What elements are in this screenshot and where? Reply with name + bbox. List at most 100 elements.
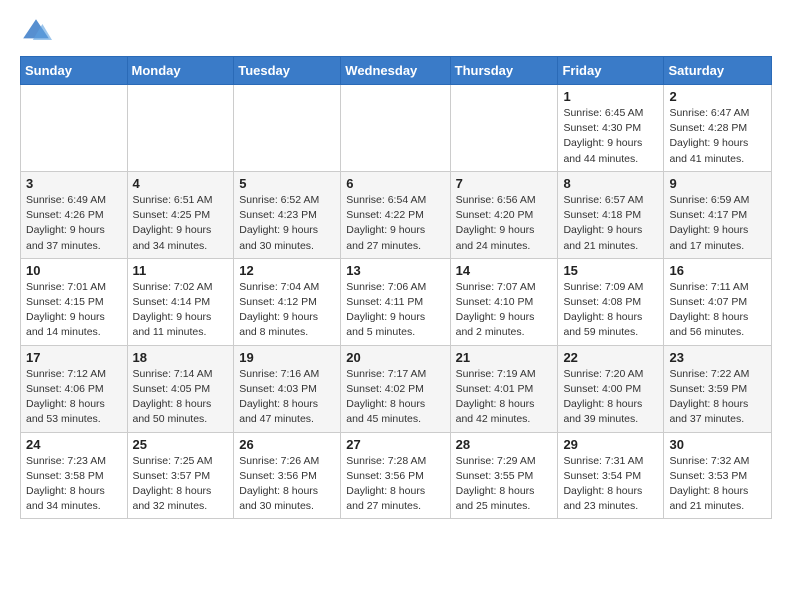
calendar-cell: 27 Sunrise: 7:28 AM Sunset: 3:56 PM Dayli…	[341, 432, 450, 519]
day-detail: Sunrise: 6:45 AM Sunset: 4:30 PM Dayligh…	[563, 106, 658, 167]
calendar-cell: 10 Sunrise: 7:01 AM Sunset: 4:15 PM Dayli…	[21, 258, 128, 345]
day-detail: Sunrise: 7:17 AM Sunset: 4:02 PM Dayligh…	[346, 367, 444, 428]
calendar-cell: 26 Sunrise: 7:26 AM Sunset: 3:56 PM Dayli…	[234, 432, 341, 519]
day-number: 19	[239, 350, 335, 365]
logo	[20, 16, 56, 48]
day-detail: Sunrise: 7:32 AM Sunset: 3:53 PM Dayligh…	[669, 454, 766, 515]
day-number: 18	[133, 350, 229, 365]
calendar: SundayMondayTuesdayWednesdayThursdayFrid…	[20, 56, 772, 519]
calendar-cell: 24Sunrise: 7:23 AM Sunset: 3:58 PM Dayli…	[21, 432, 128, 519]
day-detail: Sunrise: 7:28 AM Sunset: 3:56 PM Dayligh…	[346, 454, 444, 515]
day-number: 21	[456, 350, 553, 365]
day-detail: Sunrise: 6:47 AM Sunset: 4:28 PM Dayligh…	[669, 106, 766, 167]
day-number: 14	[456, 263, 553, 278]
day-number: 3	[26, 176, 122, 191]
day-detail: Sunrise: 7:20 AM Sunset: 4:00 PM Dayligh…	[563, 367, 658, 428]
calendar-cell: 17Sunrise: 7:12 AM Sunset: 4:06 PM Dayli…	[21, 345, 128, 432]
calendar-cell	[234, 85, 341, 172]
calendar-cell: 29 Sunrise: 7:31 AM Sunset: 3:54 PM Dayli…	[558, 432, 664, 519]
day-number: 11	[133, 263, 229, 278]
calendar-cell: 6 Sunrise: 6:54 AM Sunset: 4:22 PM Daylig…	[341, 171, 450, 258]
calendar-cell	[341, 85, 450, 172]
day-header-saturday: Saturday	[664, 57, 772, 85]
header	[20, 16, 772, 48]
day-number: 10	[26, 263, 122, 278]
day-header-monday: Monday	[127, 57, 234, 85]
day-number: 26	[239, 437, 335, 452]
calendar-cell: 1Sunrise: 6:45 AM Sunset: 4:30 PM Daylig…	[558, 85, 664, 172]
day-detail: Sunrise: 6:56 AM Sunset: 4:20 PM Dayligh…	[456, 193, 553, 254]
week-row-5: 24Sunrise: 7:23 AM Sunset: 3:58 PM Dayli…	[21, 432, 772, 519]
day-detail: Sunrise: 7:06 AM Sunset: 4:11 PM Dayligh…	[346, 280, 444, 341]
calendar-cell	[127, 85, 234, 172]
page: SundayMondayTuesdayWednesdayThursdayFrid…	[0, 0, 792, 531]
day-number: 30	[669, 437, 766, 452]
calendar-cell: 11 Sunrise: 7:02 AM Sunset: 4:14 PM Dayli…	[127, 258, 234, 345]
day-detail: Sunrise: 7:23 AM Sunset: 3:58 PM Dayligh…	[26, 454, 122, 515]
day-number: 12	[239, 263, 335, 278]
day-detail: Sunrise: 7:02 AM Sunset: 4:14 PM Dayligh…	[133, 280, 229, 341]
calendar-cell: 16 Sunrise: 7:11 AM Sunset: 4:07 PM Dayli…	[664, 258, 772, 345]
calendar-header-row: SundayMondayTuesdayWednesdayThursdayFrid…	[21, 57, 772, 85]
day-detail: Sunrise: 6:57 AM Sunset: 4:18 PM Dayligh…	[563, 193, 658, 254]
week-row-3: 10 Sunrise: 7:01 AM Sunset: 4:15 PM Dayli…	[21, 258, 772, 345]
day-header-tuesday: Tuesday	[234, 57, 341, 85]
calendar-cell: 23 Sunrise: 7:22 AM Sunset: 3:59 PM Dayli…	[664, 345, 772, 432]
day-number: 8	[563, 176, 658, 191]
day-number: 29	[563, 437, 658, 452]
day-detail: Sunrise: 7:11 AM Sunset: 4:07 PM Dayligh…	[669, 280, 766, 341]
day-detail: Sunrise: 7:12 AM Sunset: 4:06 PM Dayligh…	[26, 367, 122, 428]
calendar-cell: 28 Sunrise: 7:29 AM Sunset: 3:55 PM Dayli…	[450, 432, 558, 519]
day-detail: Sunrise: 7:01 AM Sunset: 4:15 PM Dayligh…	[26, 280, 122, 341]
calendar-cell: 12 Sunrise: 7:04 AM Sunset: 4:12 PM Dayli…	[234, 258, 341, 345]
calendar-cell: 4 Sunrise: 6:51 AM Sunset: 4:25 PM Daylig…	[127, 171, 234, 258]
calendar-cell: 2 Sunrise: 6:47 AM Sunset: 4:28 PM Daylig…	[664, 85, 772, 172]
day-detail: Sunrise: 7:26 AM Sunset: 3:56 PM Dayligh…	[239, 454, 335, 515]
calendar-cell: 14 Sunrise: 7:07 AM Sunset: 4:10 PM Dayli…	[450, 258, 558, 345]
day-number: 6	[346, 176, 444, 191]
day-number: 27	[346, 437, 444, 452]
day-detail: Sunrise: 7:22 AM Sunset: 3:59 PM Dayligh…	[669, 367, 766, 428]
day-detail: Sunrise: 6:49 AM Sunset: 4:26 PM Dayligh…	[26, 193, 122, 254]
day-detail: Sunrise: 7:07 AM Sunset: 4:10 PM Dayligh…	[456, 280, 553, 341]
calendar-cell: 22 Sunrise: 7:20 AM Sunset: 4:00 PM Dayli…	[558, 345, 664, 432]
day-header-thursday: Thursday	[450, 57, 558, 85]
day-number: 9	[669, 176, 766, 191]
calendar-cell: 20 Sunrise: 7:17 AM Sunset: 4:02 PM Dayli…	[341, 345, 450, 432]
calendar-cell: 3 Sunrise: 6:49 AM Sunset: 4:26 PM Daylig…	[21, 171, 128, 258]
calendar-cell: 19Sunrise: 7:16 AM Sunset: 4:03 PM Dayli…	[234, 345, 341, 432]
calendar-cell: 13 Sunrise: 7:06 AM Sunset: 4:11 PM Dayli…	[341, 258, 450, 345]
calendar-cell: 7 Sunrise: 6:56 AM Sunset: 4:20 PM Daylig…	[450, 171, 558, 258]
day-detail: Sunrise: 6:59 AM Sunset: 4:17 PM Dayligh…	[669, 193, 766, 254]
day-detail: Sunrise: 7:29 AM Sunset: 3:55 PM Dayligh…	[456, 454, 553, 515]
calendar-cell: 5Sunrise: 6:52 AM Sunset: 4:23 PM Daylig…	[234, 171, 341, 258]
week-row-1: 1Sunrise: 6:45 AM Sunset: 4:30 PM Daylig…	[21, 85, 772, 172]
day-number: 7	[456, 176, 553, 191]
day-detail: Sunrise: 7:04 AM Sunset: 4:12 PM Dayligh…	[239, 280, 335, 341]
day-header-wednesday: Wednesday	[341, 57, 450, 85]
day-number: 15	[563, 263, 658, 278]
week-row-4: 17Sunrise: 7:12 AM Sunset: 4:06 PM Dayli…	[21, 345, 772, 432]
day-header-sunday: Sunday	[21, 57, 128, 85]
day-number: 28	[456, 437, 553, 452]
calendar-cell: 30 Sunrise: 7:32 AM Sunset: 3:53 PM Dayli…	[664, 432, 772, 519]
calendar-cell: 21 Sunrise: 7:19 AM Sunset: 4:01 PM Dayli…	[450, 345, 558, 432]
day-number: 4	[133, 176, 229, 191]
day-detail: Sunrise: 7:09 AM Sunset: 4:08 PM Dayligh…	[563, 280, 658, 341]
day-number: 16	[669, 263, 766, 278]
day-number: 13	[346, 263, 444, 278]
calendar-cell	[450, 85, 558, 172]
day-number: 22	[563, 350, 658, 365]
day-detail: Sunrise: 7:19 AM Sunset: 4:01 PM Dayligh…	[456, 367, 553, 428]
day-number: 20	[346, 350, 444, 365]
day-detail: Sunrise: 6:54 AM Sunset: 4:22 PM Dayligh…	[346, 193, 444, 254]
day-number: 2	[669, 89, 766, 104]
day-detail: Sunrise: 7:31 AM Sunset: 3:54 PM Dayligh…	[563, 454, 658, 515]
week-row-2: 3 Sunrise: 6:49 AM Sunset: 4:26 PM Daylig…	[21, 171, 772, 258]
day-detail: Sunrise: 7:25 AM Sunset: 3:57 PM Dayligh…	[133, 454, 229, 515]
day-detail: Sunrise: 6:51 AM Sunset: 4:25 PM Dayligh…	[133, 193, 229, 254]
day-number: 5	[239, 176, 335, 191]
day-number: 23	[669, 350, 766, 365]
calendar-cell	[21, 85, 128, 172]
calendar-cell: 15 Sunrise: 7:09 AM Sunset: 4:08 PM Dayli…	[558, 258, 664, 345]
